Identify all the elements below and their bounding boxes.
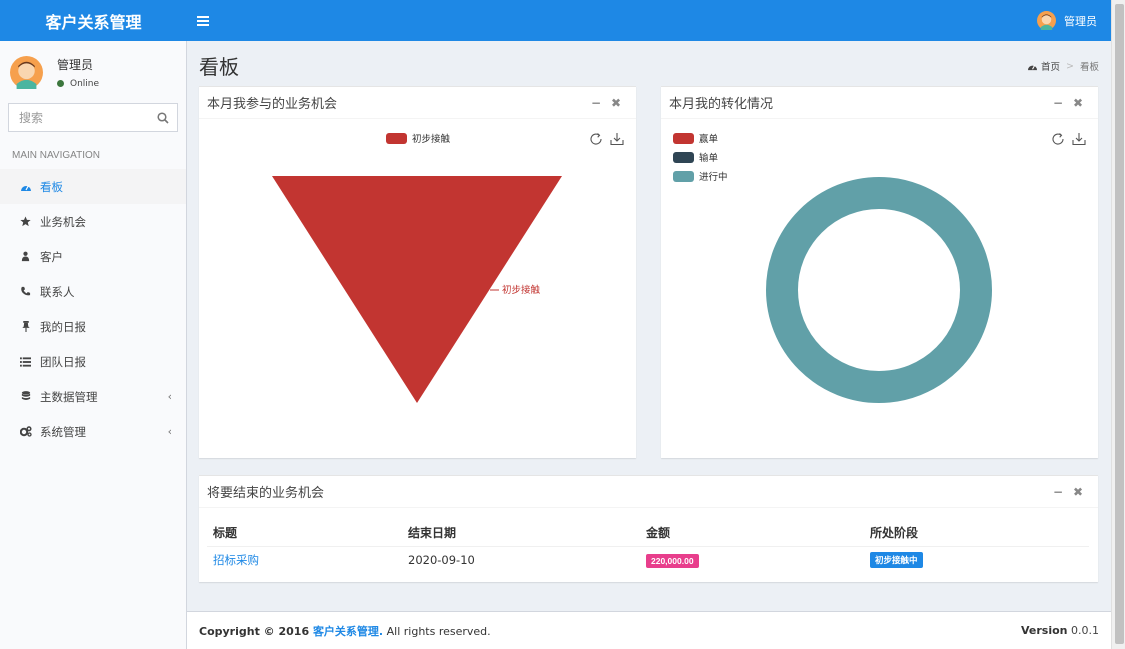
close-button[interactable]: ✖ [1068,485,1088,499]
column-header-end-date: 结束日期 [402,520,640,547]
sidebar-item-dashboard[interactable]: 看板 [0,169,186,204]
sidebar-item-customers[interactable]: 客户 [0,239,186,274]
sidebar-item-team-reports[interactable]: 团队日报 [0,344,186,379]
amount-badge: 220,000.00 [646,553,699,568]
hamburger-icon [197,15,209,26]
search-icon [157,111,169,124]
dashboard-icon [1028,64,1037,70]
column-header-stage: 所处阶段 [864,520,1089,547]
gears-icon [17,426,34,437]
star-icon [17,216,34,227]
top-header: 客户关系管理 管理员 [0,0,1111,41]
chevron-left-icon: ‹ [167,425,172,438]
table-header-row: 标题 结束日期 金额 所处阶段 [207,520,1089,547]
chevron-left-icon: ‹ [167,390,172,403]
opportunity-link[interactable]: 招标采购 [213,553,259,567]
scrollbar-thumb[interactable] [1115,4,1124,644]
column-header-title: 标题 [207,520,402,547]
user-menu[interactable]: 管理员 [1037,11,1097,30]
funnel-chart: 初步接触 [272,176,562,403]
sidebar-item-master-data[interactable]: 主数据管理 ‹ [0,379,186,414]
stage-badge: 初步接触中 [870,552,923,569]
sidebar-item-my-reports[interactable]: 我的日报 [0,309,186,344]
breadcrumb-home[interactable]: 首页 [1041,59,1060,73]
collapse-button[interactable]: − [1048,485,1068,499]
avatar-icon [10,55,43,89]
conversion-chart-box: 本月我的转化情况 − ✖ 赢单 输单 进行中 [661,86,1098,458]
footer: Copyright © 2016 客户关系管理. All rights rese… [187,611,1111,649]
sidebar-search [8,103,178,132]
sidebar: 管理员 Online MAIN NAVIGATION 看板 业务机会 客户 联系… [0,41,187,649]
breadcrumb: 首页 > 看板 [1027,59,1099,73]
funnel-label: 初步接触 [502,284,541,296]
box-title: 将要结束的业务机会 [207,486,325,501]
main-content: 看板 首页 > 看板 本月我参与的业务机会 − ✖ 初步接触 初步接触 本月我的 [187,41,1111,611]
end-date-cell: 2020-09-10 [408,553,475,568]
list-icon [17,356,34,367]
conversion-ring-chart [766,177,992,403]
box-header: 将要结束的业务机会 − ✖ [199,476,1098,508]
dashboard-icon [17,182,34,192]
search-input[interactable] [9,104,149,131]
sidebar-toggle-button[interactable] [197,12,227,30]
breadcrumb-current: 看板 [1079,62,1099,73]
sidebar-item-system[interactable]: 系统管理 ‹ [0,414,186,449]
breadcrumb-separator: > [1066,60,1074,72]
version-info: Version 0.0.1 [1020,624,1099,637]
page-title: 看板 [199,55,239,79]
user-panel: 管理员 Online [0,41,186,103]
app-logo[interactable]: 客户关系管理 [0,0,187,41]
opportunities-chart-box: 本月我参与的业务机会 − ✖ 初步接触 初步接触 [199,86,636,458]
pin-icon [17,321,34,332]
phone-icon [17,286,34,297]
page-scrollbar[interactable] [1111,0,1125,649]
nav-header: MAIN NAVIGATION [12,150,100,161]
opportunities-table: 标题 结束日期 金额 所处阶段 招标采购 2020-09-10 220,000.… [207,520,1089,574]
ending-opportunities-box: 将要结束的业务机会 − ✖ 标题 结束日期 金额 所处阶段 招标采购 2020-… [199,475,1098,582]
search-button[interactable] [149,111,177,124]
avatar-icon [1037,11,1056,30]
online-dot-icon [57,80,64,87]
sidebar-item-contacts[interactable]: 联系人 [0,274,186,309]
sidebar-username: 管理员 [57,57,94,72]
sitemap-icon [17,251,34,262]
table-row: 招标采购 2020-09-10 220,000.00 初步接触中 [207,546,1089,574]
online-status: Online [57,79,99,89]
database-icon [17,391,34,402]
header-username: 管理员 [1064,14,1097,28]
ring-slice-2[interactable] [766,177,992,403]
copyright: Copyright © 2016 客户关系管理. All rights rese… [199,624,491,638]
footer-app-link[interactable]: 客户关系管理. [313,625,383,638]
sidebar-item-opportunities[interactable]: 业务机会 [0,204,186,239]
column-header-amount: 金额 [640,520,864,547]
